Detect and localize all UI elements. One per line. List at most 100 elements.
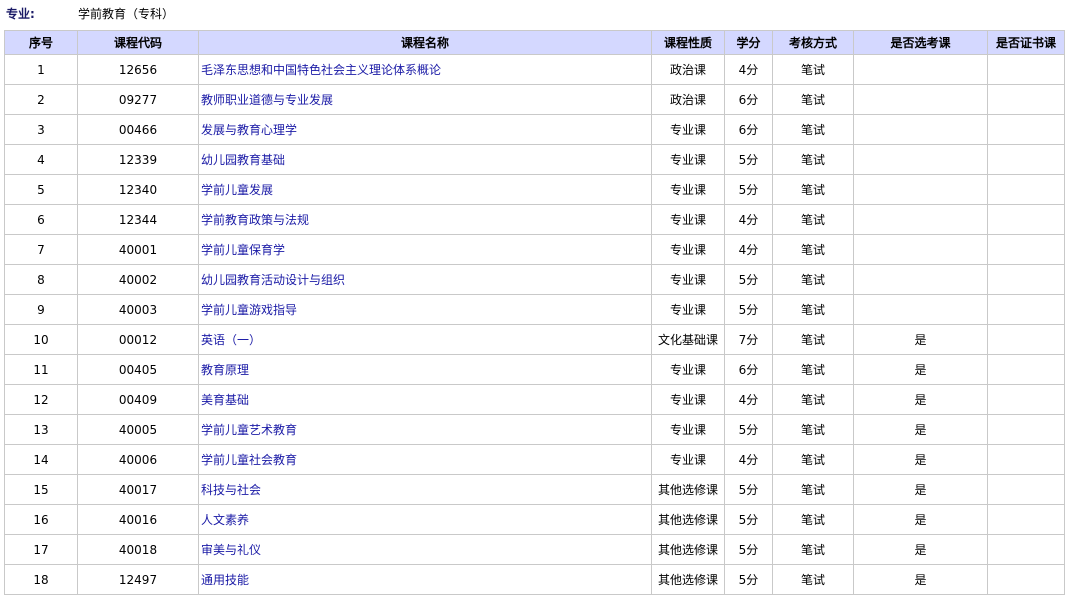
cell-type: 专业课 (651, 204, 725, 235)
major-value: 学前教育（专科） (78, 6, 175, 21)
cell-elective: 是 (853, 474, 988, 505)
cell-cert (987, 84, 1065, 115)
cell-code: 40002 (77, 264, 199, 295)
cell-exam: 笔试 (772, 54, 854, 85)
table-row: 5 12340 学前儿童发展 专业课 5分 笔试 (4, 174, 1065, 205)
table-row: 17 40018 审美与礼仪 其他选修课 5分 笔试是 (4, 534, 1065, 565)
cell-credit: 4分 (724, 444, 773, 475)
cell-no: 14 (4, 444, 78, 475)
cell-type: 专业课 (651, 234, 725, 265)
cell-name: 教育原理 (198, 354, 652, 385)
cell-cert (987, 264, 1065, 295)
cell-name: 学前儿童游戏指导 (198, 294, 652, 325)
cell-no: 2 (4, 84, 78, 115)
cell-cert (987, 354, 1065, 385)
course-name-link[interactable]: 学前儿童游戏指导 (201, 303, 297, 317)
cell-cert (987, 474, 1065, 505)
cell-type: 专业课 (651, 294, 725, 325)
course-name-link[interactable]: 发展与教育心理学 (201, 123, 297, 137)
cell-type: 专业课 (651, 384, 725, 415)
course-name-link[interactable]: 学前教育政策与法规 (201, 213, 309, 227)
course-name-link[interactable]: 幼儿园教育活动设计与组织 (201, 273, 345, 287)
cell-name: 毛泽东思想和中国特色社会主义理论体系概论 (198, 54, 652, 85)
course-name-link[interactable]: 学前儿童保育学 (201, 243, 285, 257)
table-row: 2 09277 教师职业道德与专业发展 政治课 6分 笔试 (4, 84, 1065, 115)
cell-type: 其他选修课 (651, 474, 725, 505)
course-name-link[interactable]: 科技与社会 (201, 483, 261, 497)
cell-type: 政治课 (651, 54, 725, 85)
cell-no: 5 (4, 174, 78, 205)
cell-no: 11 (4, 354, 78, 385)
cell-elective: 是 (853, 534, 988, 565)
cell-cert (987, 204, 1065, 235)
cell-cert (987, 54, 1065, 85)
cell-credit: 5分 (724, 294, 773, 325)
cell-credit: 6分 (724, 84, 773, 115)
course-name-link[interactable]: 人文素养 (201, 513, 249, 527)
cell-exam: 笔试 (772, 204, 854, 235)
course-name-link[interactable]: 学前儿童艺术教育 (201, 423, 297, 437)
cell-exam: 笔试 (772, 114, 854, 145)
cell-code: 40005 (77, 414, 199, 445)
cell-credit: 6分 (724, 114, 773, 145)
cell-cert (987, 384, 1065, 415)
cell-no: 3 (4, 114, 78, 145)
cell-credit: 5分 (724, 144, 773, 175)
cell-credit: 5分 (724, 414, 773, 445)
cell-no: 4 (4, 144, 78, 175)
course-name-link[interactable]: 毛泽东思想和中国特色社会主义理论体系概论 (201, 63, 441, 77)
major-label: 专业: (6, 6, 35, 21)
table-header-row: 序号 课程代码 课程名称 课程性质 学分 考核方式 是否选考课 是否证书课 (4, 30, 1065, 55)
course-name-link[interactable]: 教育原理 (201, 363, 249, 377)
cell-exam: 笔试 (772, 144, 854, 175)
cell-cert (987, 294, 1065, 325)
cell-elective (853, 234, 988, 265)
cell-code: 09277 (77, 84, 199, 115)
cell-credit: 5分 (724, 174, 773, 205)
cell-elective: 是 (853, 354, 988, 385)
table-row: 15 40017 科技与社会 其他选修课 5分 笔试是 (4, 474, 1065, 505)
cell-cert (987, 324, 1065, 355)
cell-code: 40018 (77, 534, 199, 565)
cell-exam: 笔试 (772, 174, 854, 205)
cell-elective: 是 (853, 384, 988, 415)
cell-type: 其他选修课 (651, 534, 725, 565)
course-name-link[interactable]: 美育基础 (201, 393, 249, 407)
cell-cert (987, 174, 1065, 205)
cell-exam: 笔试 (772, 504, 854, 535)
cell-type: 其他选修课 (651, 504, 725, 535)
course-name-link[interactable]: 教师职业道德与专业发展 (201, 93, 333, 107)
course-name-link[interactable]: 幼儿园教育基础 (201, 153, 285, 167)
cell-name: 学前教育政策与法规 (198, 204, 652, 235)
cell-credit: 5分 (724, 534, 773, 565)
course-name-link[interactable]: 通用技能 (201, 573, 249, 587)
course-name-link[interactable]: 学前儿童社会教育 (201, 453, 297, 467)
cell-exam: 笔试 (772, 84, 854, 115)
cell-code: 40006 (77, 444, 199, 475)
cell-exam: 笔试 (772, 264, 854, 295)
cell-exam: 笔试 (772, 234, 854, 265)
table-row: 14 40006 学前儿童社会教育 专业课 4分 笔试是 (4, 444, 1065, 475)
cell-credit: 4分 (724, 54, 773, 85)
cell-elective (853, 84, 988, 115)
course-name-link[interactable]: 审美与礼仪 (201, 543, 261, 557)
cell-cert (987, 534, 1065, 565)
table-row: 18 12497 通用技能 其他选修课 5分 笔试是 (4, 564, 1065, 595)
col-header-cert: 是否证书课 (987, 30, 1065, 55)
cell-exam: 笔试 (772, 414, 854, 445)
cell-elective: 是 (853, 444, 988, 475)
cell-type: 专业课 (651, 144, 725, 175)
cell-elective (853, 204, 988, 235)
cell-name: 英语（一） (198, 324, 652, 355)
cell-elective (853, 54, 988, 85)
cell-type: 其他选修课 (651, 564, 725, 595)
course-name-link[interactable]: 学前儿童发展 (201, 183, 273, 197)
cell-code: 00409 (77, 384, 199, 415)
cell-cert (987, 444, 1065, 475)
cell-code: 12339 (77, 144, 199, 175)
table-row: 9 40003 学前儿童游戏指导 专业课 5分 笔试 (4, 294, 1065, 325)
course-name-link[interactable]: 英语（一） (201, 333, 261, 347)
cell-elective: 是 (853, 324, 988, 355)
cell-name: 学前儿童发展 (198, 174, 652, 205)
col-header-elective: 是否选考课 (853, 30, 988, 55)
